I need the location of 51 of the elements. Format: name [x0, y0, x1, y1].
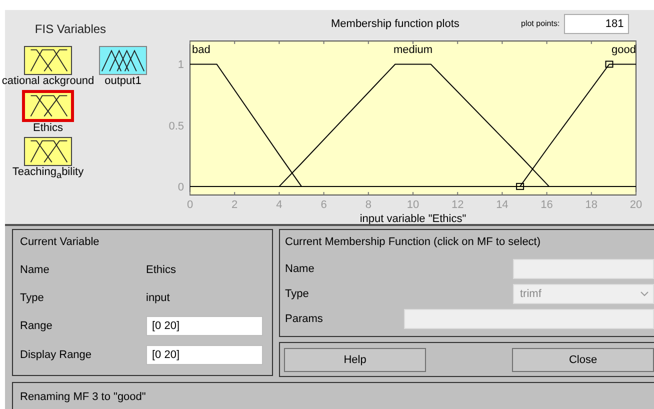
panel-title: FIS Variables — [34, 22, 106, 36]
y-tick-label: 0 — [178, 181, 184, 194]
field-label: Name — [20, 264, 50, 276]
plot-title: Membership function plots — [331, 18, 460, 30]
x-tick-label: 8 — [365, 198, 372, 211]
variable-button[interactable] — [99, 46, 147, 75]
dialog-button[interactable]: Help — [284, 348, 426, 372]
field-label: Params — [285, 312, 323, 324]
plot-points-label: plot points: — [521, 19, 560, 28]
field-label: Type — [285, 288, 309, 300]
variable-button[interactable] — [24, 137, 72, 166]
variable-label: output1 — [104, 75, 142, 88]
x-tick-label: 20 — [630, 198, 642, 211]
field-label: Display Range — [20, 348, 93, 361]
variable-label: Teaching$_{a}$bility — [12, 166, 84, 182]
variable-label: cational ackground — [2, 75, 94, 88]
field-label: Name — [285, 262, 314, 274]
x-tick-label: 12 — [451, 198, 464, 211]
curve-label: bad — [192, 44, 210, 56]
x-tick-label: 6 — [320, 198, 327, 211]
status-bar: Renaming MF 3 to "good" — [12, 382, 654, 409]
x-tick-label: 14 — [496, 198, 508, 211]
chevron-down-icon — [640, 290, 649, 296]
panel-title: Current Variable — [20, 236, 100, 250]
variable-button[interactable] — [22, 90, 74, 122]
x-tick-label: 2 — [232, 198, 238, 211]
field-label: Range — [20, 320, 54, 332]
membership-curve[interactable] — [278, 63, 550, 187]
field-label: Type — [20, 292, 45, 304]
x-tick-label: 10 — [406, 198, 420, 211]
variable-label: Ethics — [33, 122, 63, 135]
x-tick-label: 18 — [585, 198, 598, 211]
variable-button[interactable] — [24, 46, 72, 75]
input-field[interactable]: [0 20] — [146, 344, 263, 365]
curves-icon — [100, 47, 146, 74]
field-value: input — [146, 292, 170, 304]
field-value: Ethics — [146, 264, 176, 276]
membership-curve[interactable] — [190, 63, 302, 187]
x-tick-label: 16 — [540, 198, 553, 211]
y-tick-label: 0.5 — [168, 120, 184, 132]
x-tick-label: 0 — [186, 198, 194, 211]
y-tick-label: 1 — [178, 58, 184, 71]
panel-title: Current Membership Function (click on MF to select) — [285, 236, 542, 250]
plot-points-field[interactable]: 181 — [564, 14, 629, 34]
x-tick-label: 4 — [276, 198, 282, 211]
membership-curve[interactable] — [516, 60, 636, 190]
curve-label: good — [612, 44, 636, 56]
dialog-button[interactable]: Close — [512, 348, 654, 372]
curve-label: medium — [393, 44, 433, 56]
input-field[interactable]: [0 20] — [146, 316, 263, 336]
axis-title: input variable "Ethics" — [360, 212, 466, 224]
